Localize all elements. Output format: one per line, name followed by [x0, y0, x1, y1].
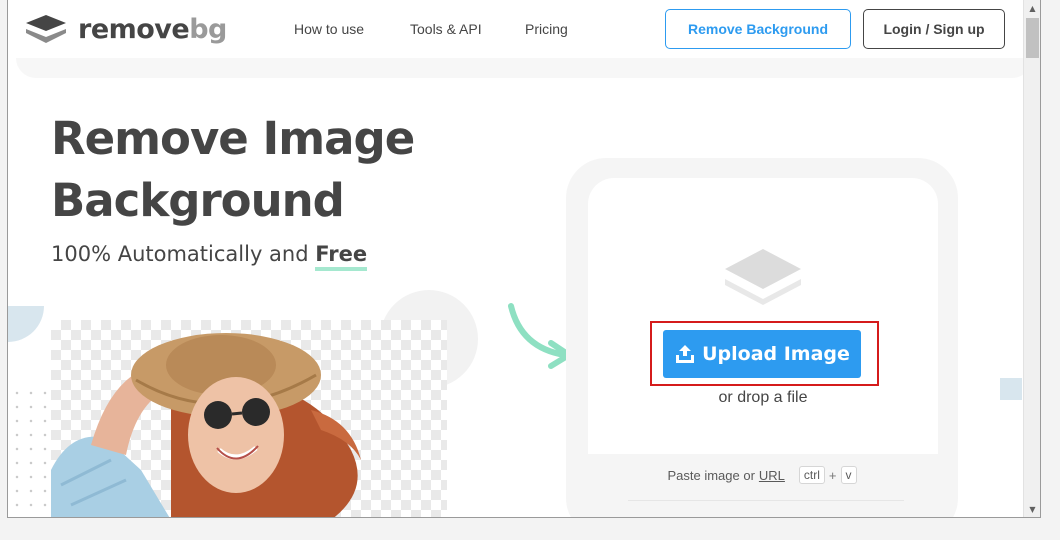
upload-image-button[interactable]: Upload Image — [663, 330, 861, 378]
kbd-ctrl: ctrl — [798, 466, 825, 484]
scroll-down-icon[interactable]: ▼ — [1024, 501, 1040, 517]
nav-tools-api[interactable]: Tools & API — [410, 21, 482, 37]
nav-pricing[interactable]: Pricing — [525, 21, 568, 37]
drop-file-text: or drop a file — [718, 389, 808, 406]
card-divider — [628, 500, 904, 501]
scroll-up-icon[interactable]: ▲ — [1024, 0, 1040, 17]
hero-title-line2: Background — [51, 174, 345, 227]
page-viewport: removebg How to use Tools & API Pricing … — [8, 0, 1024, 517]
paste-url-link[interactable]: URL — [759, 468, 785, 483]
upload-icon — [676, 345, 695, 363]
example-photo — [51, 333, 361, 517]
top-nav: removebg How to use Tools & API Pricing … — [8, 0, 1024, 58]
login-signup-button[interactable]: Login / Sign up — [863, 9, 1005, 49]
hero-title-line1: Remove Image — [51, 112, 415, 165]
paste-hint: Paste image or URL ctrl + v — [588, 466, 938, 484]
kbd-v: v — [840, 466, 857, 484]
decorative-square — [1000, 378, 1022, 400]
decorative-dots — [10, 386, 50, 516]
scrollbar-thumb[interactable] — [1026, 18, 1039, 58]
decorative-shape — [8, 306, 44, 342]
logo[interactable]: removebg — [24, 13, 227, 45]
kbd-plus: + — [828, 467, 837, 483]
layers-icon — [725, 249, 801, 305]
hero-subtitle-free: Free — [315, 242, 368, 271]
remove-background-button[interactable]: Remove Background — [665, 9, 851, 49]
upload-image-label: Upload Image — [702, 343, 850, 365]
paste-prefix: Paste image or — [667, 467, 755, 483]
hero-title: Remove Image Background — [51, 108, 471, 232]
vertical-scrollbar[interactable]: ▲ ▼ — [1023, 0, 1040, 517]
hero-subtitle-text: 100% Automatically and — [51, 242, 309, 266]
upload-dropzone[interactable] — [588, 178, 938, 454]
logo-text: removebg — [78, 13, 227, 45]
logo-layers-icon — [26, 15, 66, 43]
browser-window: removebg How to use Tools & API Pricing … — [7, 0, 1041, 518]
nav-how-to-use[interactable]: How to use — [294, 21, 364, 37]
hero-subtitle: 100% Automatically and Free — [51, 242, 368, 271]
nav-shadow — [16, 58, 1024, 78]
